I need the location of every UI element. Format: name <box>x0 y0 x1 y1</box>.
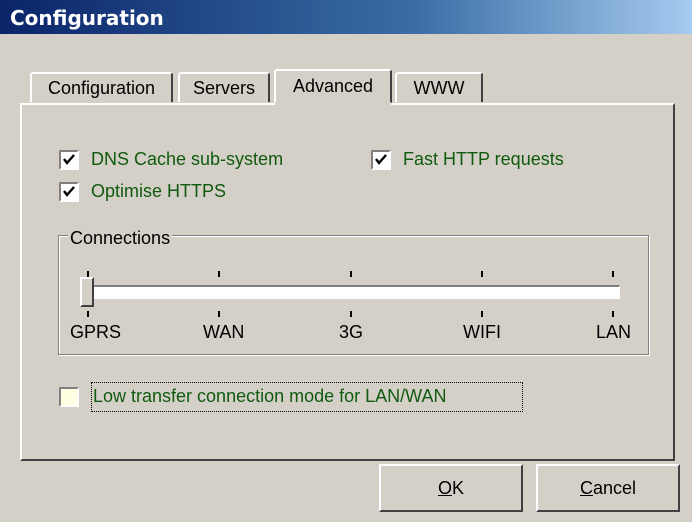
low-transfer-checkbox[interactable] <box>59 387 79 407</box>
slider-tick-bottom <box>481 311 483 317</box>
title-bar[interactable]: Configuration <box>0 0 692 34</box>
cancel-button[interactable]: Cancel <box>536 464 680 512</box>
ok-mnemonic: O <box>437 478 452 498</box>
low-transfer-label[interactable]: Low transfer connection mode for LAN/WAN <box>93 386 447 407</box>
slider-tick-bottom <box>218 311 220 317</box>
tab-servers[interactable]: Servers <box>178 72 270 102</box>
ok-label-rest: K <box>452 478 465 498</box>
connections-slider-track[interactable] <box>84 285 620 299</box>
slider-label-gprs: GPRS <box>70 322 122 342</box>
checkmark-icon <box>63 186 75 197</box>
slider-tick-bottom <box>350 311 352 317</box>
cancel-label-rest: ancel <box>592 478 637 498</box>
ok-button[interactable]: OK <box>379 464 523 512</box>
slider-tick-bottom <box>612 311 614 317</box>
active-tab-join <box>275 102 391 106</box>
slider-label-wifi: WIFI <box>463 322 501 342</box>
checkmark-icon <box>63 154 75 165</box>
slider-label-wan: WAN <box>203 322 245 342</box>
cancel-mnemonic: C <box>579 478 593 498</box>
slider-tick-top <box>350 271 352 277</box>
fast-http-checkbox[interactable] <box>371 150 391 170</box>
dns-cache-label[interactable]: DNS Cache sub-system <box>91 149 283 170</box>
tab-configuration[interactable]: Configuration <box>30 72 173 102</box>
slider-label-3g: 3G <box>339 322 364 342</box>
slider-tick-top <box>481 271 483 277</box>
checkmark-icon <box>375 154 387 165</box>
slider-tick-top <box>612 271 614 277</box>
optimise-https-checkbox[interactable] <box>59 182 79 202</box>
dns-cache-checkbox[interactable] <box>59 150 79 170</box>
slider-tick-bottom <box>87 311 89 317</box>
slider-label-lan: LAN <box>596 322 632 342</box>
connections-slider-thumb[interactable] <box>80 277 94 307</box>
fast-http-label[interactable]: Fast HTTP requests <box>403 149 564 170</box>
connections-group-label: Connections <box>68 228 173 249</box>
optimise-https-label[interactable]: Optimise HTTPS <box>91 181 226 202</box>
slider-tick-top <box>218 271 220 277</box>
window-title: Configuration <box>10 6 164 30</box>
tab-advanced[interactable]: Advanced <box>274 69 392 103</box>
tab-www[interactable]: WWW <box>395 72 483 102</box>
